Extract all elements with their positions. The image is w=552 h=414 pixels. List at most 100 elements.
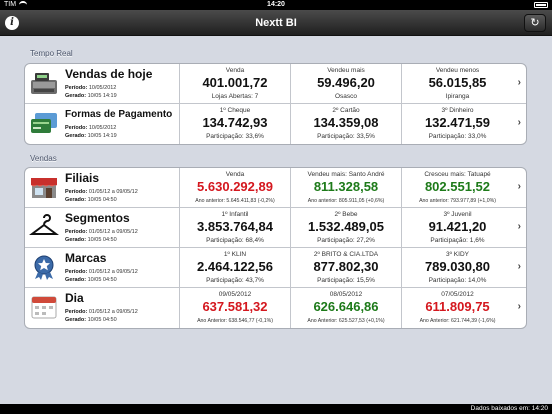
row-header: Segmentos Período: 01/05/12 a 09/05/12 Ger… [25, 208, 180, 247]
metric-subtext: Participação: 14,0% [428, 277, 487, 284]
refresh-button[interactable]: ↻ [524, 14, 546, 32]
metric-cell: 2º Bebe 1.532.489,05 Participação: 27,2% [291, 208, 402, 247]
metric-value: 91.421,20 [428, 219, 487, 234]
section-title-tempo-real: Tempo Real [30, 49, 73, 58]
row-title: Vendas de hoje [65, 67, 153, 81]
metric-subtext: Ano Anterior: 638.546,77 (-0,1%) [197, 318, 273, 324]
row-period: Período: 01/05/12 a 09/05/12 [65, 229, 138, 235]
metric-value: 134.359,08 [313, 115, 379, 130]
metric-subtext: Ano anterior: 793.977,89 (+1,0%) [419, 198, 496, 204]
chevron-right-icon[interactable]: › [518, 77, 521, 88]
tempo-real-group: Vendas de hoje Período: 10/05/2012 Gerado:… [24, 63, 527, 145]
row-generated: Gerado: 10/05 04:50 [65, 237, 117, 243]
metric-subtext: Ano anterior: 5.645.411,83 (-0,2%) [195, 198, 275, 204]
chevron-right-icon[interactable]: › [518, 181, 521, 192]
metric-subtext: Osasco [334, 93, 358, 100]
row-period: Período: 01/05/12 a 09/05/12 [65, 309, 138, 315]
metric-label: Venda [225, 67, 245, 74]
report-row-marcas[interactable]: Marcas Período: 01/05/12 a 09/05/12 Gerado… [25, 248, 526, 288]
section-title-vendas: Vendas [30, 154, 57, 163]
metric-label: 3º Dinheiro [441, 107, 474, 114]
store-icon [29, 174, 59, 200]
metric-cell: Vendeu mais 59.496,20 Osasco [291, 64, 402, 103]
row-header: Marcas Período: 01/05/12 a 09/05/12 Gerado… [25, 248, 180, 287]
metric-cell: 3º KIDY 789.030,80 Participação: 14,0% [402, 248, 513, 287]
metric-value: 59.496,20 [317, 75, 375, 90]
metric-subtext: Lojas Abertas: 7 [211, 93, 259, 100]
status-bar: TIM 14:20 [0, 0, 552, 10]
metric-value: 789.030,80 [424, 259, 491, 274]
row-period: Período: 01/05/12 a 09/05/12 [65, 189, 138, 195]
metric-label: Venda [225, 171, 245, 178]
metric-subtext: Participação: 68,4% [206, 237, 264, 244]
report-row-segmentos[interactable]: Segmentos Período: 01/05/12 a 09/05/12 Ger… [25, 208, 526, 248]
metric-subtext: Ipiranga [445, 93, 470, 100]
metric-value: 134.742,93 [202, 115, 268, 130]
report-row-dia[interactable]: Dia Período: 01/05/12 a 09/05/12 Gerado: 1… [25, 288, 526, 328]
metric-cell: 2º Cartão 134.359,08 Participação: 33,5% [291, 104, 402, 144]
metric-cell: Venda 5.630.292,89 Ano anterior: 5.645.411… [180, 168, 291, 207]
row-generated: Gerado: 10/05 04:50 [65, 277, 117, 283]
metric-value: 132.471,59 [424, 115, 491, 130]
metric-subtext: Participação: 43,7% [206, 277, 264, 284]
metric-subtext: Participação: 15,5% [317, 277, 375, 284]
row-header: Formas de Pagamento Período: 10/05/2012 Ge… [25, 104, 180, 144]
metric-cell: 1º KLIN 2.464.122,56 Participação: 43,7% [180, 248, 291, 287]
metric-value: 2.464.122,56 [197, 259, 273, 274]
row-period: Período: 10/05/2012 [65, 125, 117, 131]
row-generated: Gerado: 10/05 14:19 [65, 133, 117, 139]
metric-value: 56.015,85 [428, 75, 487, 90]
chevron-right-icon[interactable]: › [518, 221, 521, 232]
metric-label: Cresceu mais: Tatuapé [424, 171, 491, 178]
metric-subtext: Participação: 33,5% [317, 133, 375, 140]
metric-label: 08/05/2012 [329, 291, 363, 298]
chevron-right-icon[interactable]: › [518, 301, 521, 312]
metric-cell: 3º Juvenil 91.421,20 Participação: 1,6% [402, 208, 513, 247]
row-generated: Gerado: 10/05 04:50 [65, 317, 117, 323]
row-title: Marcas [65, 251, 107, 265]
row-header: Dia Período: 01/05/12 a 09/05/12 Gerado: 1… [25, 288, 180, 328]
metric-label: 1º Cheque [219, 107, 251, 114]
row-title: Filiais [65, 171, 100, 185]
metric-subtext: Participação: 33,0% [428, 133, 487, 140]
metric-subtext: Participação: 33,6% [206, 133, 264, 140]
page-title: Nextt BI [255, 17, 297, 29]
row-title: Formas de Pagamento [65, 109, 173, 120]
row-title: Segmentos [65, 211, 130, 225]
metric-cell: 09/05/2012 637.581,32 Ano Anterior: 638.54… [180, 288, 291, 328]
metric-label: 2º Bebe [334, 211, 358, 218]
navigation-bar: i Nextt BI ↻ [0, 10, 552, 36]
vendas-group: Filiais Período: 01/05/12 a 09/05/12 Gerad… [24, 167, 527, 329]
metric-value: 401.001,72 [202, 75, 268, 90]
refresh-icon: ↻ [530, 17, 540, 29]
metric-cell: 2º BRITO & CIA.LTDA 877.802,30 Participaçã… [291, 248, 402, 287]
metric-value: 3.853.764,84 [197, 219, 273, 234]
report-row-vendas-de-hoje[interactable]: Vendas de hoje Período: 10/05/2012 Gerado:… [25, 64, 526, 104]
status-time: 14:20 [267, 1, 285, 8]
metric-label: 3º KIDY [446, 251, 469, 258]
metric-value: 5.630.292,89 [197, 179, 273, 194]
battery-icon [534, 2, 548, 8]
row-header: Vendas de hoje Período: 10/05/2012 Gerado:… [25, 64, 180, 103]
row-generated: Gerado: 10/05 04:50 [65, 197, 117, 203]
metric-label: Vendeu menos [435, 67, 480, 74]
metric-subtext: Ano Anterior: 621.744,39 (-1,6%) [419, 318, 496, 324]
metric-cell: Vendeu menos 56.015,85 Ipiranga [402, 64, 513, 103]
metric-cell: Cresceu mais: Tatuapé 802.551,52 Ano anter… [402, 168, 513, 207]
metric-value: 802.551,52 [424, 179, 491, 194]
row-period: Período: 10/05/2012 [65, 85, 117, 91]
chevron-right-icon[interactable]: › [518, 261, 521, 272]
report-row-formas-de-pagamento[interactable]: Formas de Pagamento Período: 10/05/2012 Ge… [25, 104, 526, 144]
metric-label: 2º BRITO & CIA.LTDA [313, 251, 379, 258]
metric-subtext: Ano anterior: 805.911,05 (+0,6%) [307, 198, 385, 204]
report-row-filiais[interactable]: Filiais Período: 01/05/12 a 09/05/12 Gerad… [25, 168, 526, 208]
metric-label: 1º KLIN [223, 251, 247, 258]
metric-value: 626.646,86 [313, 299, 379, 314]
metric-cell: 08/05/2012 626.646,86 Ano Anterior: 625.52… [291, 288, 402, 328]
metric-label: Vendeu mais [327, 67, 365, 74]
payment-cards-icon [29, 110, 59, 136]
footer-status: Dados baixados em: 14:20 [0, 404, 552, 414]
metric-value: 1.532.489,05 [308, 219, 384, 234]
metric-cell: 3º Dinheiro 132.471,59 Participação: 33,0% [402, 104, 513, 144]
chevron-right-icon[interactable]: › [518, 117, 521, 128]
